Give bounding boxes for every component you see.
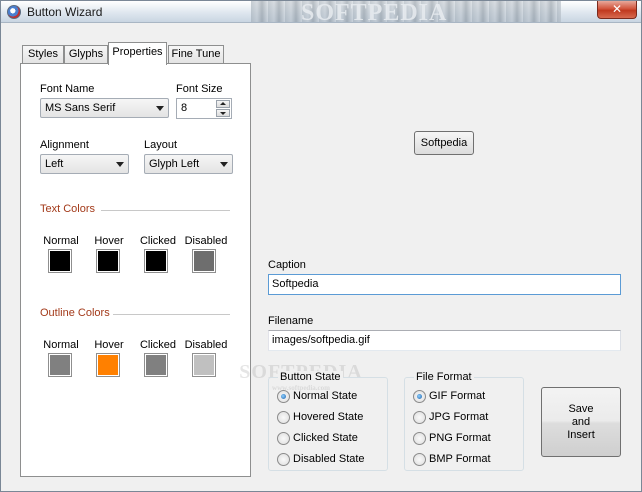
tab-styles-label: Styles: [28, 48, 58, 60]
layout-select[interactable]: Glyph Left: [144, 154, 233, 174]
text-colors-title: Text Colors: [40, 203, 96, 215]
file-format-title: File Format: [414, 371, 474, 383]
swatch-fill: [50, 251, 70, 271]
text-color-disabled-label: Disabled: [184, 235, 228, 247]
radio-icon[interactable]: [277, 411, 290, 424]
radio-icon[interactable]: [277, 432, 290, 445]
radio-icon[interactable]: [413, 453, 426, 466]
font-name-label: Font Name: [40, 83, 95, 95]
text-color-hover-swatch[interactable]: [96, 249, 120, 273]
font-size-value: 8: [181, 102, 188, 114]
text-color-disabled-swatch[interactable]: [192, 249, 216, 273]
outline-color-clicked-label: Clicked: [139, 339, 177, 351]
font-size-label: Font Size: [176, 83, 223, 95]
font-name-select[interactable]: MS Sans Serif: [40, 98, 169, 118]
tab-fine-tune-label: Fine Tune: [171, 48, 221, 60]
alignment-label: Alignment: [40, 139, 89, 151]
outline-colors-divider: [113, 314, 230, 315]
radio-label: Hovered State: [293, 411, 364, 423]
preview-button[interactable]: Softpedia: [414, 131, 474, 155]
layout-value: Glyph Left: [149, 158, 200, 170]
layout-label: Layout: [144, 139, 178, 151]
text-color-normal-swatch[interactable]: [48, 249, 72, 273]
text-color-clicked-label: Clicked: [139, 235, 177, 247]
swatch-fill: [98, 355, 118, 375]
radio-icon[interactable]: [413, 390, 426, 403]
text-color-clicked-swatch[interactable]: [144, 249, 168, 273]
save-and-insert-button[interactable]: Save and Insert: [541, 387, 621, 457]
app-icon: [7, 5, 21, 19]
tab-styles[interactable]: Styles: [22, 45, 64, 64]
outline-color-disabled-swatch[interactable]: [192, 353, 216, 377]
tab-glyphs-label: Glyphs: [68, 48, 104, 60]
text-color-hover-label: Hover: [94, 235, 124, 247]
save-and-insert-label: Save and Insert: [567, 402, 595, 441]
title-watermark-text: SOFTPEDIA: [301, 1, 448, 23]
stepper-up-icon[interactable]: [216, 100, 230, 108]
close-icon: ✕: [611, 2, 623, 16]
outline-color-hover-swatch[interactable]: [96, 353, 120, 377]
radio-label: GIF Format: [429, 390, 486, 402]
outline-colors-title: Outline Colors: [40, 307, 110, 319]
radio-icon[interactable]: [413, 411, 426, 424]
alignment-select[interactable]: Left: [40, 154, 129, 174]
filename-value: images/softpedia.gif: [272, 334, 370, 346]
outline-color-hover-label: Hover: [94, 339, 124, 351]
tab-properties-label: Properties: [112, 46, 163, 58]
button-state-title: Button State: [278, 371, 343, 383]
swatch-fill: [194, 251, 214, 271]
close-button[interactable]: ✕: [597, 1, 637, 19]
swatch-fill: [194, 355, 214, 375]
chevron-down-icon: [116, 162, 124, 167]
stepper-down-icon[interactable]: [216, 109, 230, 117]
alignment-value: Left: [45, 158, 64, 170]
chevron-down-icon: [220, 162, 228, 167]
font-size-stepper[interactable]: 8: [176, 98, 232, 119]
radio-label: JPG Format: [429, 411, 489, 423]
caption-input[interactable]: Softpedia: [268, 274, 621, 295]
outline-color-normal-swatch[interactable]: [48, 353, 72, 377]
tab-properties[interactable]: Properties: [108, 42, 167, 65]
tab-glyphs[interactable]: Glyphs: [64, 45, 108, 64]
radio-icon[interactable]: [413, 432, 426, 445]
caption-value: Softpedia: [272, 278, 319, 290]
swatch-fill: [98, 251, 118, 271]
swatch-fill: [146, 355, 166, 375]
radio-label: BMP Format: [429, 453, 491, 465]
stepper-buttons: [216, 100, 230, 117]
tab-fine-tune[interactable]: Fine Tune: [168, 45, 224, 64]
radio-label: Disabled State: [293, 453, 365, 465]
radio-label: Normal State: [293, 390, 358, 402]
chevron-down-icon: [156, 106, 164, 111]
radio-icon[interactable]: [277, 390, 290, 403]
radio-icon[interactable]: [277, 453, 290, 466]
window-title: Button Wizard: [27, 5, 103, 19]
font-name-value: MS Sans Serif: [45, 102, 116, 114]
button-wizard-window: SOFTPEDIA Button Wizard ✕ Styles Glyphs …: [0, 0, 642, 492]
text-colors-divider: [101, 210, 230, 211]
title-bar[interactable]: SOFTPEDIA Button Wizard ✕: [1, 1, 641, 23]
radio-label: PNG Format: [429, 432, 491, 444]
outline-color-disabled-label: Disabled: [184, 339, 228, 351]
swatch-fill: [50, 355, 70, 375]
button-state-group: Button State Normal State Hovered State …: [268, 371, 388, 471]
outline-color-clicked-swatch[interactable]: [144, 353, 168, 377]
radio-label: Clicked State: [293, 432, 358, 444]
file-format-group: File Format GIF Format JPG Format PNG Fo…: [404, 371, 524, 471]
outline-color-normal-label: Normal: [43, 339, 79, 351]
text-color-normal-label: Normal: [43, 235, 79, 247]
caption-label: Caption: [268, 259, 306, 271]
filename-input[interactable]: images/softpedia.gif: [268, 330, 621, 351]
swatch-fill: [146, 251, 166, 271]
filename-label: Filename: [268, 315, 314, 327]
